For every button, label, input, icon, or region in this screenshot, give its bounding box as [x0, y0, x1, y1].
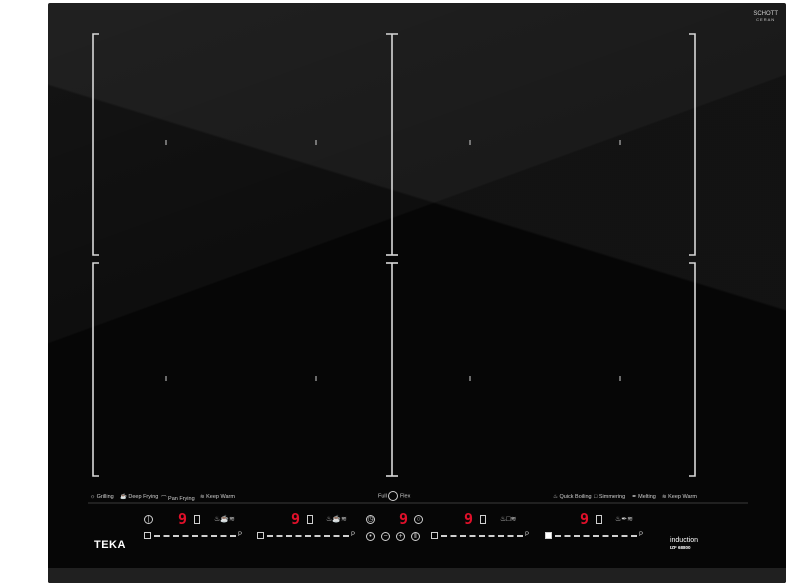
full-flex-icon	[388, 491, 399, 501]
keep-warm-icon: ≋	[662, 494, 667, 500]
pause-icon: ‖	[414, 533, 417, 540]
quick-boiling-icon: ♨	[553, 494, 558, 500]
slider-boost-front-right[interactable]: P	[639, 532, 643, 538]
plus-button[interactable]: +	[396, 532, 405, 541]
induction-label: induction	[669, 537, 698, 544]
function-deep-frying[interactable]: ☕ Deep Frying	[120, 494, 158, 500]
minus-button[interactable]: −	[381, 532, 390, 541]
induction-hob: SCHOTT CERAN ☼ Grilling ☕ Deep Frying ⌒ …	[48, 3, 786, 583]
melting-icon: ✒	[632, 494, 637, 500]
slider-boost-rear-left[interactable]: P	[351, 532, 355, 538]
pause-button[interactable]: ‖	[411, 532, 420, 541]
display-rear-left: 9	[291, 510, 301, 528]
slider-front-right-start[interactable]	[545, 532, 552, 539]
schott-ceran-logo: SCHOTT CERAN	[753, 11, 778, 23]
zone-select-rear-left[interactable]	[307, 515, 313, 524]
function-keep-warm-right[interactable]: ≋ Keep Warm	[662, 494, 697, 500]
lock-icon: •	[369, 533, 372, 540]
function-grilling[interactable]: ☼ Grilling	[90, 494, 114, 500]
grilling-icon: ☼	[90, 494, 96, 500]
power-slider-front-right[interactable]	[555, 535, 637, 539]
function-melting[interactable]: ✒ Melting	[632, 494, 656, 500]
function-quick-boiling[interactable]: ♨ Quick Boiling	[553, 494, 592, 500]
slider-rear-left-start[interactable]	[257, 532, 264, 539]
display-rear-right: 9	[464, 510, 474, 528]
slider-boost-front-left[interactable]: P	[238, 532, 242, 538]
function-keep-warm-left[interactable]: ≋ Keep Warm	[200, 494, 235, 500]
zone-select-front-left[interactable]	[194, 515, 200, 524]
lock-button[interactable]: •	[366, 532, 375, 541]
zone-function-icons-left-front: ♨☕≋	[214, 516, 235, 523]
zone-icon: ○	[416, 516, 421, 523]
timer-button[interactable]: ◷	[366, 515, 375, 524]
zone-marking-left-lower	[92, 262, 99, 477]
power-slider-rear-left[interactable]	[267, 535, 349, 539]
function-simmering[interactable]: □ Simmering	[594, 494, 625, 500]
clock-icon: ◷	[367, 516, 374, 523]
slider-rear-right-start[interactable]	[431, 532, 438, 539]
deep-frying-icon: ☕	[120, 494, 127, 500]
function-full-flex[interactable]: Full Flex	[378, 491, 410, 501]
zone-function-icons-left-rear: ♨☕≋	[326, 516, 347, 523]
timer-zone-button[interactable]: ○	[414, 515, 423, 524]
display-timer: 9	[399, 510, 409, 528]
inductor-markers	[165, 140, 621, 381]
display-front-right: 9	[580, 510, 590, 528]
hob-front-edge	[48, 568, 786, 583]
brand-logo: TEKA	[94, 539, 126, 551]
keep-warm-icon: ≋	[200, 494, 205, 500]
zone-select-rear-right[interactable]	[480, 515, 486, 524]
plus-icon: +	[398, 533, 403, 540]
power-slider-rear-right[interactable]	[441, 535, 523, 539]
display-front-left: 9	[178, 510, 188, 528]
zone-marking-right-upper	[689, 33, 696, 256]
zone-marking-right-lower	[689, 262, 696, 477]
minus-icon: −	[383, 533, 388, 540]
power-button[interactable]: |	[144, 515, 153, 524]
glass-logo-subtext: CERAN	[756, 17, 776, 22]
model-number: IZF 68800	[669, 545, 691, 550]
zone-select-front-right[interactable]	[596, 515, 602, 524]
function-pan-frying[interactable]: ⌒ Pan Frying	[161, 494, 195, 502]
simmering-icon: □	[594, 494, 598, 500]
zone-function-icons-right-rear: ♨□≋	[500, 516, 517, 523]
slider-boost-rear-right[interactable]: P	[525, 532, 529, 538]
power-icon: |	[147, 516, 150, 523]
model-label: induction IZF 68800	[670, 537, 698, 551]
power-slider-front-left[interactable]	[154, 535, 236, 539]
zone-marking-left-upper	[92, 33, 99, 256]
zone-function-icons-right-front: ♨✒≋	[615, 516, 634, 523]
slider-front-left-start[interactable]	[144, 532, 151, 539]
pan-frying-icon: ⌒	[161, 496, 167, 502]
